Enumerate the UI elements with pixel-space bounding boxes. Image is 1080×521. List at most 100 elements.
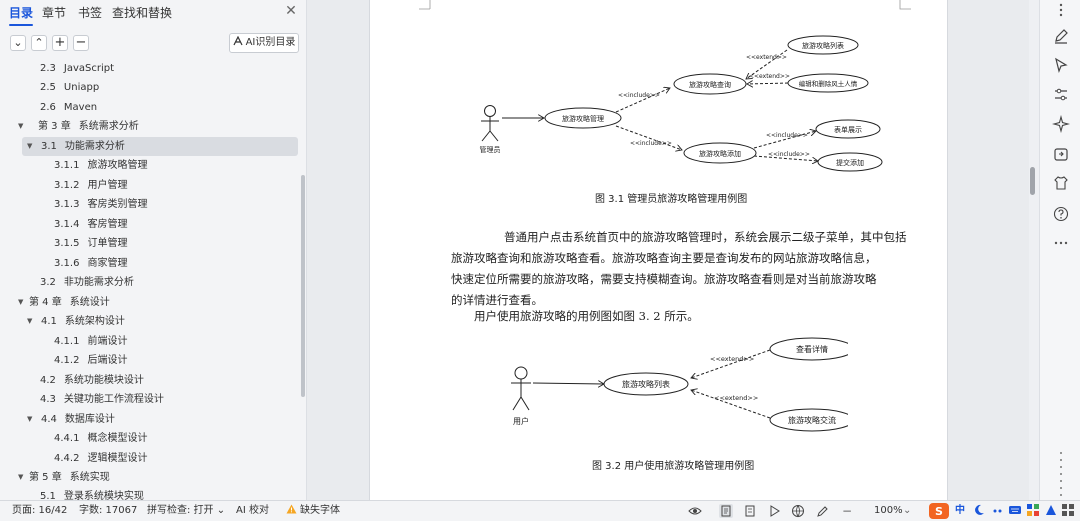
toc-number: 3.1 [41,141,57,152]
toc-number: 3.2 [40,277,56,288]
toc-label: Uniapp [63,82,100,93]
document-page[interactable]: 管理员 旅游攻略管理 <<include>> 旅游攻略查询 <<include>… [369,0,948,500]
toc-item[interactable]: ▼ 第 3 章系统需求分析 [18,117,139,136]
page-indicator[interactable]: 页面: 16/42 [12,501,67,521]
ai-toc-label: AI识别目录 [245,37,296,48]
extend-label-1: <<extend>> [746,54,787,61]
plus-icon: + [54,35,66,50]
toc-label: 功能需求分析 [64,141,125,152]
toc-item[interactable]: 3.1.5 订单管理 [54,234,127,253]
user-actor-label: 用户 [513,416,529,426]
grid-tools-icon[interactable] [1026,503,1040,517]
expand-arrow-icon[interactable]: ▼ [18,293,23,312]
pen-icon[interactable] [1052,27,1070,45]
toc-item[interactable]: 3.1.6 商家管理 [54,254,127,273]
toc-item[interactable]: 5.1 登录系统模块实现 [40,487,144,500]
zoom-dropdown-icon[interactable]: ⌄ [903,501,911,521]
expand-arrow-icon[interactable]: ▼ [27,137,32,156]
toc-item[interactable]: 3.1.1 旅游攻略管理 [54,156,147,175]
toc-item[interactable]: 4.4.1 概念模型设计 [54,429,147,448]
toc-item[interactable]: ▼ 第 5 章系统实现 [18,468,110,487]
sparkle-icon[interactable] [1052,115,1070,133]
toc-number: 2.5 [40,82,56,93]
toc-item[interactable]: 2.5 Uniapp [40,78,99,97]
toc-number: 5.1 [40,491,56,500]
toc-label: Maven [63,102,98,113]
zoom-out-button[interactable]: − [842,501,852,521]
toc-item[interactable]: ▼ 第 4 章系统设计 [18,293,110,312]
spellcheck-toggle[interactable]: 拼写检查: 打开 ⌄ [147,501,225,521]
page-corner-mark [419,0,431,10]
usecase-list-user: 旅游攻略列表 [622,379,670,389]
toc-item[interactable]: 4.3 关键功能工作流程设计 [40,390,164,409]
svg-text:S: S [935,505,943,518]
expand-button[interactable]: ⌃ [31,35,47,51]
toc-item[interactable]: 4.1.1 前端设计 [54,332,127,351]
tab-bookmarks[interactable]: 书签 [78,4,102,21]
toc-item[interactable]: 4.4.2 逻辑模型设计 [54,449,147,468]
toc-label: 订单管理 [87,238,128,249]
tab-sections[interactable]: 章节 [42,4,66,21]
keyboard-icon[interactable] [1008,503,1022,517]
toc-item[interactable]: 3.1.2 用户管理 [54,176,127,195]
toc-item[interactable]: 4.1.2 后端设计 [54,351,127,370]
toc-item[interactable]: 4.2 系统功能模块设计 [40,371,144,390]
punctuation-icon[interactable] [990,503,1004,517]
remove-heading-button[interactable]: − [73,35,89,51]
outline-view-icon[interactable] [743,504,757,518]
expand-arrow-icon[interactable]: ▼ [27,312,32,331]
nav-tabs: 目录 章节 书签 查找和替换 [0,0,307,26]
toc-label: JavaScript [63,63,115,74]
expand-arrow-icon[interactable]: ▼ [18,468,23,487]
zoom-level[interactable]: 100% [874,501,903,521]
toc-item[interactable]: ▼ 4.1 系统架构设计 [27,312,125,331]
toc-item-selected[interactable]: ▼ 3.1 功能需求分析 [27,137,125,156]
toc-item[interactable]: 2.3 JavaScript [40,59,114,78]
ellipsis-icon[interactable] [1052,234,1070,252]
missing-font-button[interactable]: 缺失字体 [286,501,340,521]
page-view-icon[interactable] [719,504,733,518]
expand-arrow-icon[interactable]: ▼ [27,410,32,429]
more-dots-icon[interactable] [1052,2,1070,20]
page-nav-dots-icon[interactable] [1052,450,1070,498]
collapse-button[interactable]: ⌄ [10,35,26,51]
toc-item[interactable]: 2.6 Maven [40,98,97,117]
skin-icon[interactable] [1044,503,1058,517]
moon-icon[interactable] [972,503,986,517]
missing-font-label: 缺失字体 [300,505,340,516]
edit-view-icon[interactable] [816,504,830,518]
document-scrollbar[interactable] [1029,0,1039,500]
toc-item[interactable]: 3.1.4 客房管理 [54,215,127,234]
tab-find-replace[interactable]: 查找和替换 [112,4,172,21]
shirt-icon[interactable] [1052,174,1070,192]
toc-label: 后端设计 [87,355,128,366]
ai-check-button[interactable]: AI 校对 [236,501,269,521]
document-scrollbar-thumb[interactable] [1030,167,1035,195]
ai-toc-button[interactable]: AI识别目录 [229,33,299,53]
toc-number: 第 4 章 [29,297,62,308]
cursor-icon[interactable] [1052,56,1070,74]
toc-label: 逻辑模型设计 [87,453,148,464]
expand-arrow-icon[interactable]: ▼ [18,117,23,136]
eye-icon[interactable] [688,504,702,518]
sogou-ime-logo-icon[interactable]: S [928,502,950,520]
toc-item[interactable]: 3.2 非功能需求分析 [40,273,134,292]
nav-scrollbar[interactable] [301,175,305,397]
word-count[interactable]: 字数: 17067 [79,501,137,521]
help-icon[interactable] [1052,205,1070,223]
toc-item[interactable]: 3.1.3 客房类别管理 [54,195,147,214]
ime-language[interactable]: 中 [955,501,965,521]
extensions-icon[interactable] [1061,503,1075,517]
add-heading-button[interactable]: + [52,35,68,51]
chevron-down-icon: ⌄ [13,36,23,49]
share-icon[interactable] [1052,145,1070,163]
body-text: 用户使用旅游攻略的用例图如图 3. 2 所示。 [474,309,699,323]
close-icon[interactable]: ✕ [282,2,300,20]
read-view-icon[interactable] [768,504,782,518]
web-view-icon[interactable] [791,504,805,518]
sliders-icon[interactable] [1052,86,1070,104]
usecase-form: 表单展示 [834,125,862,134]
tab-toc[interactable]: 目录 [9,4,34,26]
toc-item[interactable]: ▼ 4.4 数据库设计 [27,410,115,429]
extend-label-2: <<extend>> [749,73,790,80]
